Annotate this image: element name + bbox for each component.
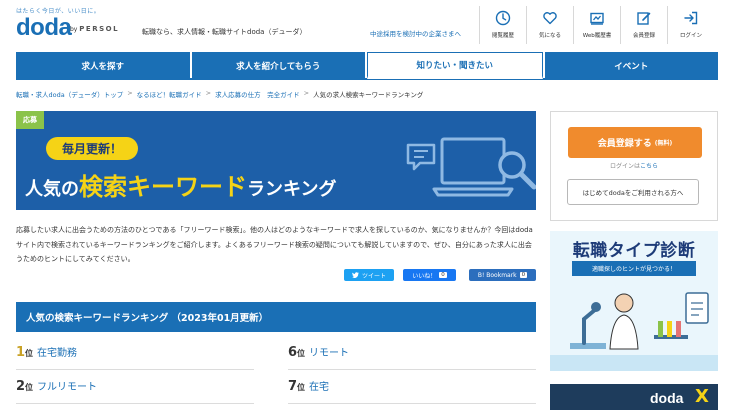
clipboard-icon	[685, 292, 709, 324]
breadcrumb-apply-guide[interactable]: 求人応募の仕方 完全ガイド	[215, 89, 300, 99]
logo-area[interactable]: はたらく今日が、いい日に。 doda	[16, 6, 100, 41]
tweet-label: ツイート	[361, 272, 386, 280]
doda-x-mark: X	[695, 386, 709, 407]
category-badge: 応募	[16, 111, 44, 129]
bookmark-count: 0	[519, 272, 528, 278]
site-description: 転職なら、求人情報・転職サイトdoda（デューダ）	[142, 28, 307, 36]
rank-number: 6	[288, 345, 298, 360]
register-free-label: (無料)	[654, 140, 673, 147]
rank-number: 2	[16, 379, 26, 394]
breadcrumb-current: 人気の求人検索キーワードランキング	[313, 91, 424, 99]
breadcrumb-separator: >	[205, 89, 212, 97]
rank-number: 1	[16, 345, 26, 360]
ad-ribbon: 適職探しのヒントが見つかる！	[572, 261, 696, 276]
like-count: 0	[439, 272, 447, 278]
breadcrumb-guide[interactable]: なるほど！転職ガイド	[137, 89, 202, 99]
intro-paragraph: 応募したい求人に出会うための方法のひとつである「フリーワード検索」。他の人はどの…	[16, 226, 533, 263]
login-button[interactable]: ログイン	[667, 6, 714, 44]
login-text: ログインは	[609, 163, 640, 170]
site-header: はたらく今日が、いい日に。 doda by PERSOL 転職なら、求人情報・転…	[0, 0, 730, 46]
microscope-icon	[570, 302, 606, 349]
rank-suffix: 位	[297, 383, 306, 392]
ranking-item[interactable]: 2位 フルリモート	[16, 378, 254, 404]
rank-number: 7	[288, 379, 298, 394]
persol-byline: by PERSOL	[70, 25, 119, 33]
ad-title: 転職タイプ診断	[572, 241, 696, 261]
clock-icon	[495, 10, 511, 26]
favorites-button[interactable]: 気になる	[526, 6, 573, 44]
persol-logo: PERSOL	[79, 25, 120, 33]
register-button[interactable]: 会員登録する (無料)	[568, 127, 702, 158]
facebook-like-button[interactable]: いいね！ 0	[403, 269, 456, 281]
chat-bubble-icon	[406, 143, 436, 171]
twitter-bird-icon	[351, 272, 359, 278]
ranking-item[interactable]: 6位 リモート	[288, 344, 536, 370]
test-tubes-icon	[654, 321, 688, 339]
login-prompt: ログインはこちら	[551, 161, 717, 170]
web-resume-label: Web履歴書	[582, 33, 612, 39]
employer-link[interactable]: 中途採用を検討中の企業さまへ	[370, 28, 461, 38]
rank-keyword[interactable]: リモート	[309, 344, 349, 359]
tab-job-introduction[interactable]: 求人を紹介してもらう	[191, 52, 365, 79]
ranking-item[interactable]: 7位 在宅	[288, 378, 536, 404]
doda-x-banner[interactable]: doda X	[550, 384, 718, 410]
breadcrumb: 転職・求人doda（デューダ）トップ > なるほど！転職ガイド > 求人応募の仕…	[16, 89, 423, 99]
history-label: 閲覧履歴	[491, 33, 514, 39]
laptop-search-illustration	[406, 137, 536, 197]
hatena-bookmark-button[interactable]: B! Bookmark 0	[469, 269, 536, 281]
hero-title-part2: 検索キーワード	[79, 173, 247, 201]
career-type-diagnosis-banner[interactable]: 転職タイプ診断 適職探しのヒントが見つかる！	[550, 231, 718, 371]
member-register-button[interactable]: 会員登録	[620, 6, 667, 44]
hero-banner: 応募 毎月更新！ 人気の 検索キーワード ランキング	[16, 111, 536, 210]
rank-suffix: 位	[297, 349, 306, 358]
rank-keyword[interactable]: フルリモート	[37, 378, 97, 393]
resume-icon	[590, 12, 604, 25]
rank-keyword[interactable]: 在宅勤務	[37, 344, 77, 359]
like-label: いいね！	[412, 272, 437, 280]
by-text: by	[70, 26, 78, 33]
history-button[interactable]: 閲覧履歴	[479, 6, 526, 44]
hero-title: 人気の 検索キーワード ランキング	[25, 167, 336, 202]
rank-suffix: 位	[25, 349, 34, 358]
doda-x-logo: doda	[650, 390, 684, 406]
login-label: ログイン	[679, 33, 702, 39]
member-register-label: 会員登録	[632, 33, 655, 39]
ranking-item[interactable]: 1位 在宅勤務	[16, 344, 254, 370]
tab-events[interactable]: イベント	[544, 52, 718, 79]
register-label: 会員登録する	[597, 139, 652, 149]
researcher-illustration	[550, 292, 718, 371]
web-resume-button[interactable]: Web履歴書	[573, 6, 620, 44]
person-icon	[609, 293, 639, 350]
breadcrumb-separator: >	[303, 89, 310, 97]
login-icon	[684, 11, 698, 25]
tab-learn-ask[interactable]: 知りたい・聞きたい	[367, 52, 543, 79]
tweet-button[interactable]: ツイート	[344, 269, 394, 281]
login-link[interactable]: こちら	[640, 163, 658, 170]
member-box: 会員登録する (無料) ログインはこちら はじめてdodaをご利用される方へ	[550, 111, 718, 221]
breadcrumb-separator: >	[127, 89, 133, 97]
hero-title-part3: ランキング	[247, 179, 337, 200]
rank-keyword[interactable]: 在宅	[309, 378, 329, 393]
breadcrumb-top[interactable]: 転職・求人doda（デューダ）トップ	[16, 89, 123, 99]
first-time-button[interactable]: はじめてdodaをご利用される方へ	[567, 179, 699, 205]
favorites-label: 気になる	[538, 33, 561, 39]
tab-find-jobs[interactable]: 求人を探す	[16, 52, 190, 79]
monthly-update-pill: 毎月更新！	[46, 137, 139, 160]
heart-icon	[543, 12, 557, 25]
rank-suffix: 位	[25, 383, 34, 392]
ranking-heading: 人気の検索キーワードランキング （2023年01月更新）	[16, 302, 536, 332]
global-nav: 求人を探す 求人を紹介してもらう 知りたい・聞きたい イベント	[16, 52, 718, 79]
bookmark-label: B! Bookmark	[477, 271, 517, 279]
edit-icon	[637, 12, 651, 25]
hero-title-part1: 人気の	[25, 179, 79, 200]
header-icon-menu: 閲覧履歴 気になる Web履歴書 会員登録 ログイン	[479, 6, 714, 44]
